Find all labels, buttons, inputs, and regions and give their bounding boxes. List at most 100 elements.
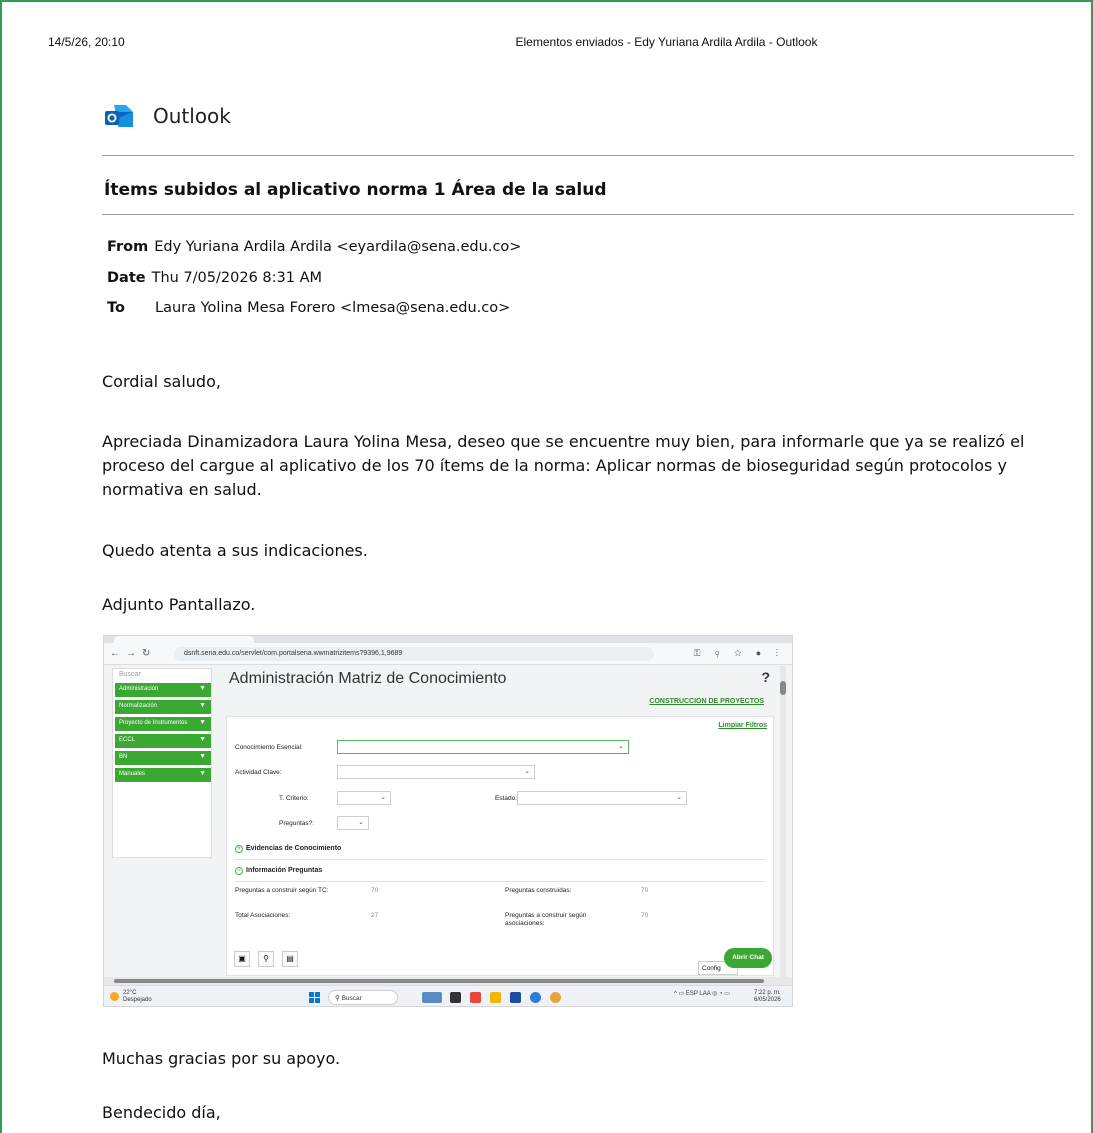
sidebar-item: Administración ▼ <box>115 683 211 697</box>
sidebar-item-label: Normalización <box>119 703 158 709</box>
brand-name: Outlook <box>153 104 231 128</box>
stat-value: 70 <box>371 887 379 894</box>
date-label: Date <box>107 270 146 286</box>
windows-start-icon <box>309 992 320 1003</box>
body-paragraph: Quedo atenta a sus indicaciones. <box>102 541 368 560</box>
field-label: T. Criterio: <box>279 795 309 802</box>
divider <box>235 859 765 860</box>
sidebar-item-label: Proyecto de Instrumentos <box>119 720 188 726</box>
stat-value: 70 <box>641 912 649 919</box>
caret-down-icon: ▼ <box>199 770 206 777</box>
caret-down-icon: ▼ <box>199 702 206 709</box>
taskbar-search-text: Buscar <box>341 995 362 1002</box>
divider <box>235 881 765 882</box>
conocimiento-select: ⌄ <box>337 740 629 754</box>
scroll-thumb <box>114 979 764 983</box>
back-icon: ← <box>110 648 120 659</box>
vertical-scrollbar <box>780 666 786 986</box>
app-title: Administración Matriz de Conocimiento <box>229 670 507 687</box>
save-icon: ▣ <box>234 951 250 967</box>
stat-value: 70 <box>641 887 649 894</box>
sidebar-item: BN ▼ <box>115 751 211 765</box>
divider <box>102 214 1074 215</box>
chevron-down-icon: ⌄ <box>380 794 386 801</box>
app-icon <box>470 992 481 1003</box>
app-sidebar: Buscar Administración ▼ Normalización ▼ Pr… <box>112 668 212 858</box>
clock-date: 6/05/2026 <box>754 997 781 1003</box>
browser-toolbar-icons: ⚿ ⚲ ☆ ● ⋮ <box>693 648 784 658</box>
from-value: Edy Yuriana Ardila Ardila <eyardila@sena… <box>154 239 522 255</box>
caret-down-icon: ▼ <box>199 685 206 692</box>
sun-icon <box>110 992 119 1001</box>
caret-down-icon: ▼ <box>199 719 206 726</box>
chevron-down-icon: ⌄ <box>618 743 624 750</box>
forward-icon: → <box>126 648 136 659</box>
outlook-logo-icon <box>105 105 133 127</box>
stat-label: Total Asociaciones: <box>235 912 291 919</box>
chevron-down-icon: ⌄ <box>358 819 364 826</box>
to-label: To <box>107 300 125 316</box>
chrome-icon <box>550 992 561 1003</box>
sidebar-item-label: ECCL <box>119 737 136 743</box>
sidebar-item-label: Administración <box>119 686 159 692</box>
windows-taskbar: 22°C Despejado ⚲ Buscar ^ ▭ ESP LAA ◎ ◔ … <box>104 985 792 1006</box>
sidebar-item-label: Manuales <box>119 771 146 777</box>
sidebar-item: Manuales ▼ <box>115 768 211 782</box>
sidebar-item: Proyecto de Instrumentos ▼ <box>115 717 211 731</box>
clock: 7:22 p. m. 6/05/2026 <box>754 990 781 1004</box>
caret-down-icon: ▼ <box>199 736 206 743</box>
sidebar-search: Buscar <box>119 671 141 678</box>
field-label: Preguntas?: <box>279 820 315 827</box>
field-label: Conocimiento Esencial: <box>235 744 303 751</box>
greeting: Cordial saludo, <box>102 372 221 391</box>
stat-label: Preguntas a construir según asociaciones… <box>505 912 587 927</box>
help-icon: ? <box>761 669 770 685</box>
search-icon: ⚲ <box>258 951 274 967</box>
criterio-select: ⌄ <box>337 791 391 805</box>
app-icon <box>422 992 442 1003</box>
actividad-select: ⌄ <box>337 765 535 779</box>
closing-line: Muchas gracias por su apoyo. <box>102 1049 341 1068</box>
collapse-icon: − <box>235 867 243 875</box>
chevron-down-icon: ⌄ <box>524 768 530 775</box>
divider <box>102 155 1074 156</box>
clear-filters-link: Limpiar Filtros <box>718 722 767 729</box>
expand-icon: + <box>235 845 243 853</box>
scroll-thumb <box>780 681 786 695</box>
from-label: From <box>107 239 149 255</box>
stat-label: Preguntas construidas: <box>505 887 572 894</box>
browser-tabstrip <box>104 636 792 643</box>
app-icon <box>510 992 521 1003</box>
field-label: Estado: <box>495 795 518 802</box>
language-indicator: ESP LAA <box>685 991 711 997</box>
closing-line: Bendecido día, <box>102 1103 221 1122</box>
sidebar-item-label: BN <box>119 754 128 760</box>
filter-panel: Limpiar Filtros Conocimiento Esencial: ⌄… <box>226 716 774 976</box>
taskbar-search: ⚲ Buscar <box>328 990 398 1005</box>
to-row: To Laura Yolina Mesa Forero <lmesa@sena.e… <box>107 300 510 316</box>
weather-widget: 22°C Despejado <box>110 990 152 1004</box>
body-paragraph: Apreciada Dinamizadora Laura Yolina Mesa… <box>102 432 1025 499</box>
evidencias-section: + Evidencias de Conocimiento <box>235 845 341 853</box>
from-row: From Edy Yuriana Ardila Ardila <eyardila@… <box>107 239 521 255</box>
chevron-down-icon: ⌄ <box>676 794 682 801</box>
section-title: Información Preguntas <box>246 867 323 874</box>
projects-link: CONSTRUCCION DE PROYECTOS <box>649 698 764 705</box>
sidebar-item: Normalización ▼ <box>115 700 211 714</box>
email-subject: Ítems subidos al aplicativo norma 1 Área… <box>104 180 607 200</box>
stat-value: 27 <box>371 912 379 919</box>
field-label: Actividad Clave: <box>235 769 282 776</box>
reload-icon: ↻ <box>142 648 151 659</box>
stat-label: Preguntas a construir según TC: <box>235 887 329 894</box>
browser-address-bar: ← → ↻ dsnft.sena.edu.co/servlet/com.port… <box>104 643 792 665</box>
estado-select: ⌄ <box>517 791 687 805</box>
date-row: Date Thu 7/05/2026 8:31 AM <box>107 270 322 286</box>
to-value: Laura Yolina Mesa Forero <lmesa@sena.edu… <box>155 300 511 316</box>
info-section: − Información Preguntas <box>235 867 322 875</box>
url-field: dsnft.sena.edu.co/servlet/com.portalsena… <box>174 647 654 661</box>
sidebar-item: ECCL ▼ <box>115 734 211 748</box>
body-paragraph: Adjunto Pantallazo. <box>102 595 256 614</box>
preguntas-select: ⌄ <box>337 816 369 830</box>
open-chat-button: Abrir Chat <box>724 948 772 968</box>
clock-time: 7:22 p. m. <box>754 990 781 996</box>
